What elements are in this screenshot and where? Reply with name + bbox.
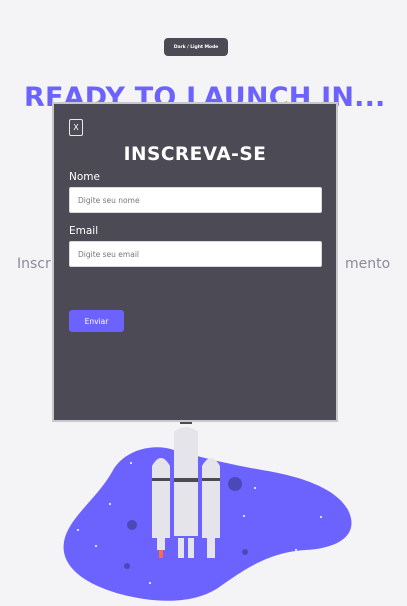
email-input[interactable] — [69, 241, 322, 267]
planet-dot — [228, 477, 242, 491]
background-text-right: mento — [345, 256, 391, 272]
theme-toggle-button[interactable]: Dark / Light Mode — [164, 38, 228, 56]
star-dot — [254, 487, 256, 489]
star-dot — [77, 529, 79, 531]
signup-modal: X INSCREVA-SE Nome Email Enviar — [52, 102, 338, 422]
star-dot — [130, 462, 132, 464]
email-label: Email — [69, 225, 99, 237]
name-input[interactable] — [69, 187, 322, 213]
rocket-illustration — [63, 420, 352, 601]
planet-dot — [242, 549, 248, 555]
star-dot — [109, 503, 111, 505]
star-dot — [149, 582, 151, 584]
star-dot — [320, 516, 322, 518]
star-dot — [243, 515, 245, 517]
modal-title: INSCREVA-SE — [123, 144, 267, 165]
planet-dot — [127, 520, 137, 530]
planet-dot — [124, 563, 130, 569]
close-button[interactable]: X — [69, 119, 83, 136]
star-dot — [95, 545, 97, 547]
background-text-left: Inscr — [17, 256, 51, 272]
name-label: Nome — [69, 171, 100, 183]
submit-button[interactable]: Enviar — [69, 310, 124, 332]
star-dot — [295, 549, 297, 551]
